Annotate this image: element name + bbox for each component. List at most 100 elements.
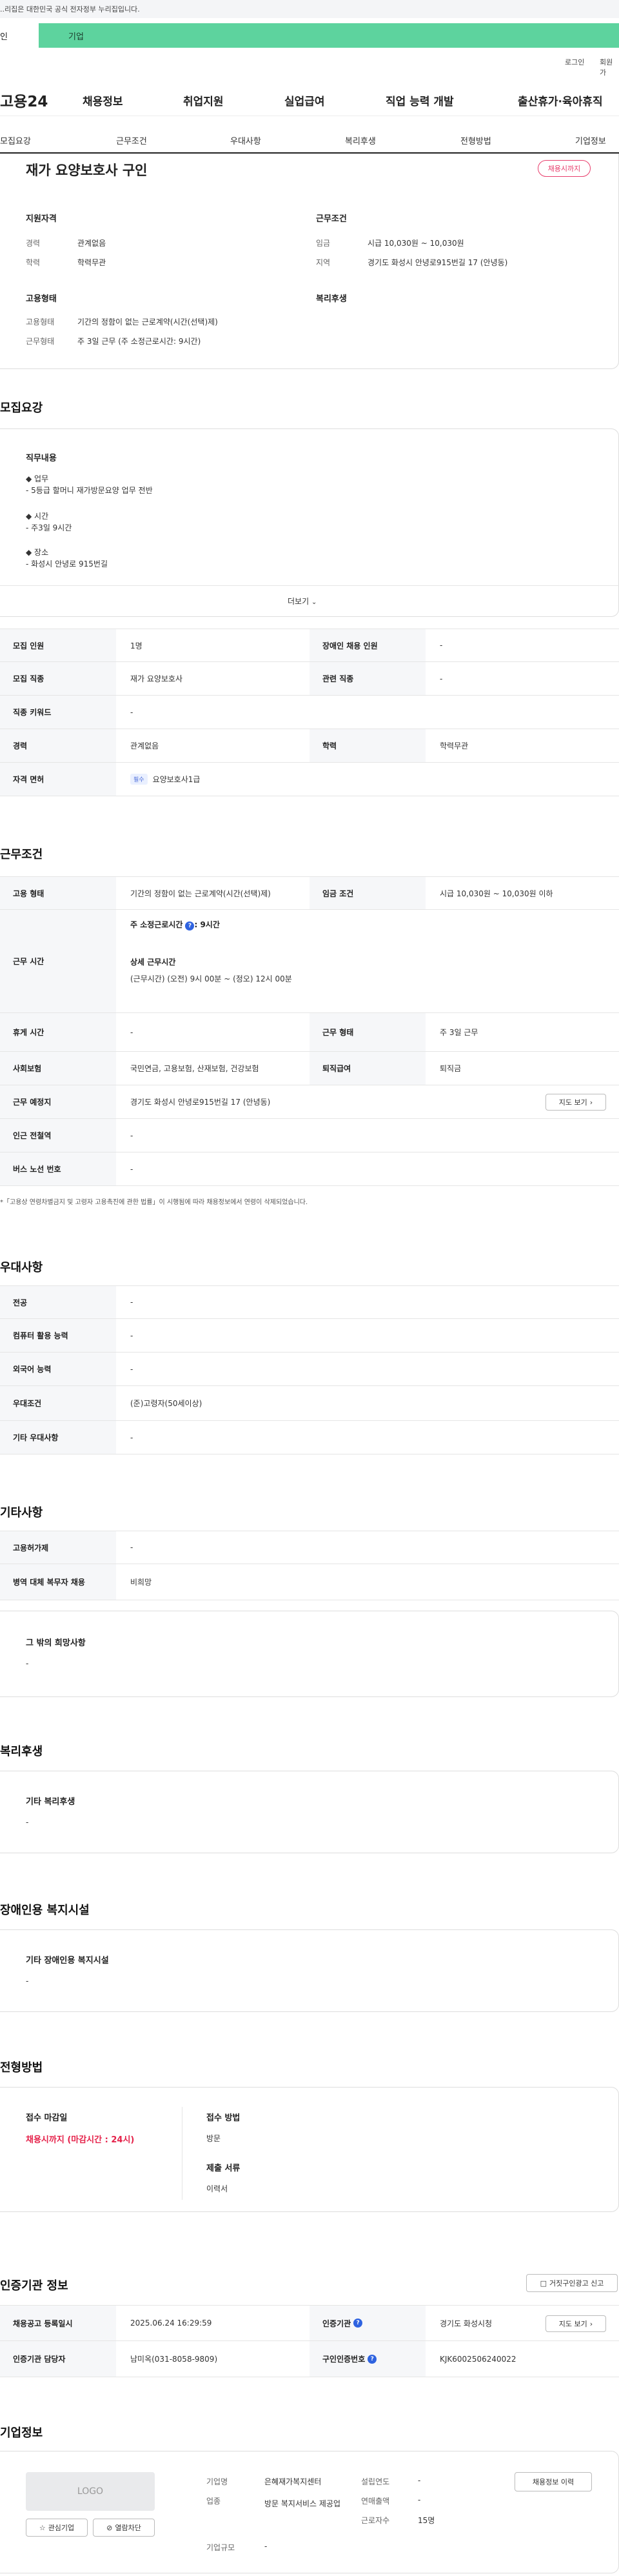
favorite-company-button[interactable]: ☆ 관심기업: [26, 2519, 88, 2537]
nav-item-training[interactable]: 직업 능력 개발: [386, 92, 454, 108]
table-row: 자격 면허 필수 요양보호사1급: [0, 763, 619, 796]
row-value: 퇴직금: [440, 1064, 462, 1073]
tab-personal[interactable]: 인: [0, 23, 39, 48]
company-section-title: 기업정보: [0, 2426, 43, 2440]
required-badge: 필수: [130, 774, 148, 785]
gov-notice-bar: ..리집은 대한민국 공식 전자정부 누리집입니다.: [0, 0, 619, 18]
org-map-button[interactable]: 지도 보기 ›: [545, 2315, 606, 2332]
work-type-label: 근무형태: [26, 337, 55, 346]
table-row: 기타 우대사항 -: [0, 1421, 619, 1454]
job-history-button[interactable]: 채용정보 이력: [515, 2472, 592, 2491]
cert-section-title: 인증기관 정보: [0, 2279, 68, 2293]
welfare-card: 기타 복리후생 -: [0, 1771, 619, 1853]
row-value: 경기도 화성시청: [440, 2319, 493, 2328]
row-header: 구인인증번호?: [310, 2341, 426, 2377]
row-header: 휴게 시간: [0, 1013, 116, 1051]
tab-recruit[interactable]: 모집요강: [0, 134, 31, 146]
table-row: 고용 형태 기간의 정함이 없는 근로계약(시간(선택)제) 임금 조건 시급 …: [0, 876, 619, 910]
employment-heading: 고용형태: [26, 294, 57, 304]
table-row: 모집 인원 1명 장애인 채용 인원 -: [0, 629, 619, 662]
map-button[interactable]: 지도 보기 ›: [545, 1094, 606, 1111]
row-value: 시급 10,030원 ~ 10,030원 이하: [440, 889, 553, 898]
tab-work-conditions[interactable]: 근무조건: [116, 134, 147, 146]
section-tabs: 모집요강 근무조건 우대사항 복리후생 전형방법 기업정보: [0, 126, 619, 154]
user-type-tabs: 인 기업: [0, 23, 619, 48]
other-wishes-heading: 그 밖의 희망사항: [26, 1638, 86, 1648]
row-value: -: [130, 1543, 133, 1552]
area-value: 경기도 화성시 안녕로915번길 17 (안녕동): [368, 258, 508, 267]
row-header: 직종 키워드: [0, 696, 116, 729]
login-link[interactable]: 로그인: [565, 57, 584, 67]
row-header: 경력: [0, 729, 116, 762]
area-label: 지역: [316, 258, 331, 267]
company-name-value: 은혜재가복지센터: [264, 2477, 322, 2486]
screening-card: 접수 마감일 채용시까지 (마감시간 : 24시) 접수 방법 방문 제출 서류…: [0, 2087, 619, 2212]
table-row: 경력 관계없음 학력 학력무관: [0, 729, 619, 763]
nav-item-parental-leave[interactable]: 출산휴가·육아휴직: [518, 92, 603, 108]
row-value: 남미옥(031-8058-9809): [130, 2355, 218, 2364]
employees-label: 근로자수: [361, 2516, 390, 2525]
table-row: 사회보험 국민연금, 고용보험, 산재보험, 건강보험 퇴직급여 퇴직금: [0, 1052, 619, 1085]
row-value: 기간의 정함이 없는 근로계약(시간(선택)제): [130, 889, 271, 898]
license-cell: 필수 요양보호사1급: [130, 763, 200, 796]
row-header: 채용공고 등록일시: [0, 2306, 116, 2340]
tab-screening[interactable]: 전형방법: [460, 134, 491, 146]
table-row: 인증기관 담당자 남미옥(031-8058-9809) 구인인증번호? KJK6…: [0, 2341, 619, 2377]
founded-label: 설립연도: [361, 2477, 390, 2486]
job-title: 재가 요양보호사 구인: [26, 163, 148, 178]
row-value: -: [130, 1027, 133, 1037]
deadline-heading: 접수 마감일: [26, 2113, 68, 2123]
row-header: 우대조건: [0, 1386, 116, 1420]
company-size-label: 기업규모: [206, 2543, 235, 2552]
report-false-ad-button[interactable]: □ 거짓구인광고 신고: [526, 2274, 618, 2292]
duty-card: 직무내용 ◆ 업무 - 5등급 할머니 재가방문요양 업무 전반 ◆ 시간 - …: [0, 428, 619, 617]
row-header: 외국어 능력: [0, 1353, 116, 1385]
row-value: (준)고령자(50세이상): [130, 1399, 202, 1408]
row-value: 재가 요양보호사: [130, 674, 183, 683]
info-icon[interactable]: ?: [185, 921, 195, 931]
star-icon: ☆: [39, 2523, 46, 2532]
map-button-label: 지도 보기: [558, 2320, 587, 2328]
tab-company[interactable]: 기업: [39, 23, 619, 48]
detail-hours-heading: 상세 근무시간: [130, 958, 176, 967]
duty-line: - 5등급 할머니 재가방문요양 업무 전반: [26, 486, 153, 495]
row-value: -: [130, 1364, 133, 1374]
weekly-hours-value: : 9시간: [194, 920, 220, 929]
other-wishes-value: -: [26, 1659, 29, 1668]
more-divider: [0, 585, 619, 586]
work-section-title: 근무조건: [0, 848, 43, 861]
chevron-right-icon: ›: [589, 1098, 593, 1107]
join-link[interactable]: 회원가: [600, 57, 619, 77]
map-button-label: 지도 보기: [558, 1098, 587, 1107]
wage-label: 임금: [316, 239, 331, 248]
row-value: 관계없음: [130, 741, 159, 750]
site-logo[interactable]: 고용24: [0, 89, 48, 111]
nav-item-jobs[interactable]: 채용정보: [83, 92, 123, 108]
status-badge: 채용시까지: [538, 160, 591, 177]
tab-welfare[interactable]: 복리후생: [345, 134, 376, 146]
work-type-value: 주 3일 근무 (주 소정근로시간: 9시간): [77, 337, 201, 346]
tab-company-info[interactable]: 기업정보: [575, 134, 606, 146]
row-value: 요양보호사1급: [152, 775, 201, 784]
table-row: 모집 직종 재가 요양보호사 관련 직종 -: [0, 662, 619, 696]
qualification-heading: 지원자격: [26, 214, 57, 224]
info-icon[interactable]: ?: [353, 2319, 363, 2328]
duty-line: ◆ 장소: [26, 548, 49, 557]
company-size-value: -: [264, 2542, 268, 2551]
method-heading: 접수 방법: [206, 2113, 241, 2123]
nav-item-unemployment[interactable]: 실업급여: [284, 92, 325, 108]
weekly-hours: 주 소정근로시간?: 9시간: [130, 919, 220, 931]
info-icon[interactable]: ?: [368, 2354, 377, 2364]
row-header: 인증기관?: [310, 2306, 426, 2340]
revenue-label: 연매출액: [361, 2497, 390, 2506]
more-button[interactable]: 더보기 ⌄: [288, 596, 317, 607]
row-header: 병역 대체 복무자 채용: [0, 1564, 116, 1600]
screening-section-title: 전형방법: [0, 2061, 43, 2075]
tab-preferences[interactable]: 우대사항: [230, 134, 261, 146]
block-view-button[interactable]: ⊘ 열람차단: [93, 2519, 155, 2537]
block-icon: ⊘: [106, 2523, 113, 2532]
documents-heading: 제출 서류: [206, 2164, 241, 2173]
nav-item-employment-support[interactable]: 취업지원: [183, 92, 224, 108]
row-value: -: [130, 1331, 133, 1340]
report-button-label: 거짓구인광고 신고: [549, 2279, 604, 2288]
